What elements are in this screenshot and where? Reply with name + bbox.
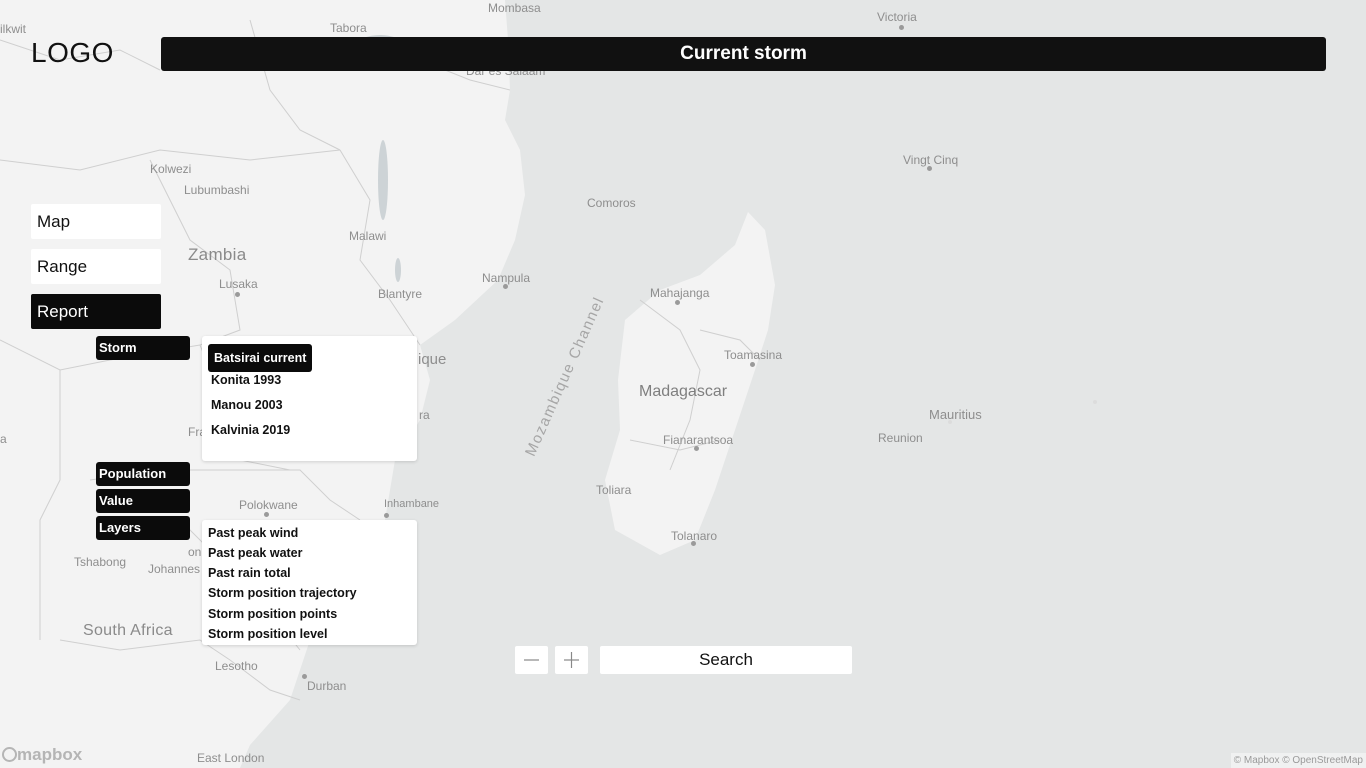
map-dot bbox=[235, 292, 240, 297]
plus-icon bbox=[564, 652, 579, 668]
map-label-kilwit: ilkwit bbox=[0, 22, 26, 36]
map-label-tshabong: Tshabong bbox=[74, 555, 127, 569]
map-dot bbox=[384, 513, 389, 518]
population-tag-button[interactable]: Population bbox=[96, 462, 190, 486]
storm-item[interactable]: Kalvinia 2019 bbox=[211, 419, 290, 441]
mapbox-logo[interactable]: mapbox bbox=[2, 745, 82, 765]
map-attribution[interactable]: © Mapbox © OpenStreetMap bbox=[1230, 753, 1366, 768]
map-label-lusaka: Lusaka bbox=[219, 277, 258, 291]
storm-tag-button[interactable]: Storm bbox=[96, 336, 190, 360]
minus-icon bbox=[524, 659, 539, 661]
layers-tag-button[interactable]: Layers bbox=[96, 516, 190, 540]
zoom-in-button[interactable] bbox=[555, 646, 588, 674]
storm-item[interactable]: Konita 1993 bbox=[211, 369, 281, 391]
layer-item-storm-position-points[interactable]: Storm position points bbox=[208, 607, 337, 621]
layer-item-storm-position-trajectory[interactable]: Storm position trajectory bbox=[208, 586, 357, 600]
nav-report-button[interactable]: Report bbox=[31, 294, 161, 329]
value-tag-button[interactable]: Value bbox=[96, 489, 190, 513]
zoom-out-button[interactable] bbox=[515, 646, 548, 674]
map-label-fragment: on bbox=[188, 545, 202, 559]
map-label-mombasa: Mombasa bbox=[488, 1, 541, 15]
layer-item-past-peak-wind[interactable]: Past peak wind bbox=[208, 526, 298, 540]
map-label-zambia: Zambia bbox=[188, 245, 247, 264]
layer-item-past-rain-total[interactable]: Past rain total bbox=[208, 566, 291, 580]
map-label-polokwane: Polokwane bbox=[239, 498, 298, 512]
map-label-lubumbashi: Lubumbashi bbox=[184, 183, 250, 197]
map-label-mahajanga: Mahajanga bbox=[650, 286, 710, 300]
map-label-inhambane: Inhambane bbox=[384, 498, 440, 510]
map-label-fragment: a bbox=[0, 432, 7, 446]
storm-item-selected[interactable]: Batsirai current bbox=[208, 344, 313, 372]
map-label-east-london: East London bbox=[197, 751, 265, 765]
layer-item-past-peak-water[interactable]: Past peak water bbox=[208, 546, 303, 560]
mapbox-logo-text: mapbox bbox=[17, 745, 83, 764]
storm-item[interactable]: Manou 2003 bbox=[211, 394, 283, 416]
map-label-lesotho: Lesotho bbox=[215, 659, 258, 673]
map-dot bbox=[899, 25, 904, 30]
map-label-madagascar: Madagascar bbox=[639, 383, 728, 400]
mapbox-logo-icon bbox=[2, 747, 17, 762]
map-dot bbox=[264, 512, 269, 517]
map-label-nampula: Nampula bbox=[482, 271, 531, 285]
map-label-malawi: Malawi bbox=[349, 229, 387, 243]
map-label-fragment: ique bbox=[418, 351, 447, 368]
page-title: Current storm bbox=[161, 37, 1326, 71]
map-label-blantyre: Blantyre bbox=[378, 287, 423, 301]
map-label-tabora: Tabora bbox=[330, 21, 367, 35]
search-button[interactable]: Search bbox=[600, 646, 852, 674]
layer-item-storm-position-level[interactable]: Storm position level bbox=[208, 627, 327, 641]
map-label-reunion: Reunion bbox=[878, 431, 923, 445]
map-dot bbox=[691, 541, 696, 546]
map-label-mauritius: Mauritius bbox=[929, 407, 982, 422]
layers-list-panel: Past peak wind Past peak water Past rain… bbox=[202, 520, 417, 645]
map-dot bbox=[302, 674, 307, 679]
map-label-comoros: Comoros bbox=[587, 196, 636, 210]
map-dot bbox=[503, 284, 508, 289]
map-label-vingt-cinq: Vingt Cinq bbox=[903, 153, 959, 167]
map-label-toliara: Toliara bbox=[596, 483, 632, 497]
nav-range-button[interactable]: Range bbox=[31, 249, 161, 284]
map-dot bbox=[694, 446, 699, 451]
map-label-durban: Durban bbox=[307, 679, 347, 693]
map-label-johannesburg: Johannes bbox=[148, 562, 201, 576]
map-label-victoria: Victoria bbox=[877, 10, 917, 24]
map-dot bbox=[750, 362, 755, 367]
map-label-toamasina: Toamasina bbox=[724, 348, 783, 362]
map-label-south-africa: South Africa bbox=[83, 622, 173, 639]
map-dot bbox=[675, 300, 680, 305]
map-label-kolwezi: Kolwezi bbox=[150, 162, 192, 176]
nav-map-button[interactable]: Map bbox=[31, 204, 161, 239]
map-label-fragment: ra bbox=[419, 408, 430, 422]
map-dot bbox=[927, 166, 932, 171]
app-logo[interactable]: LOGO bbox=[31, 37, 114, 69]
map-label-fianarantsoa: Fianarantsoa bbox=[663, 433, 734, 447]
storm-list-panel: Batsirai current Konita 1993 Manou 2003 … bbox=[202, 336, 417, 461]
